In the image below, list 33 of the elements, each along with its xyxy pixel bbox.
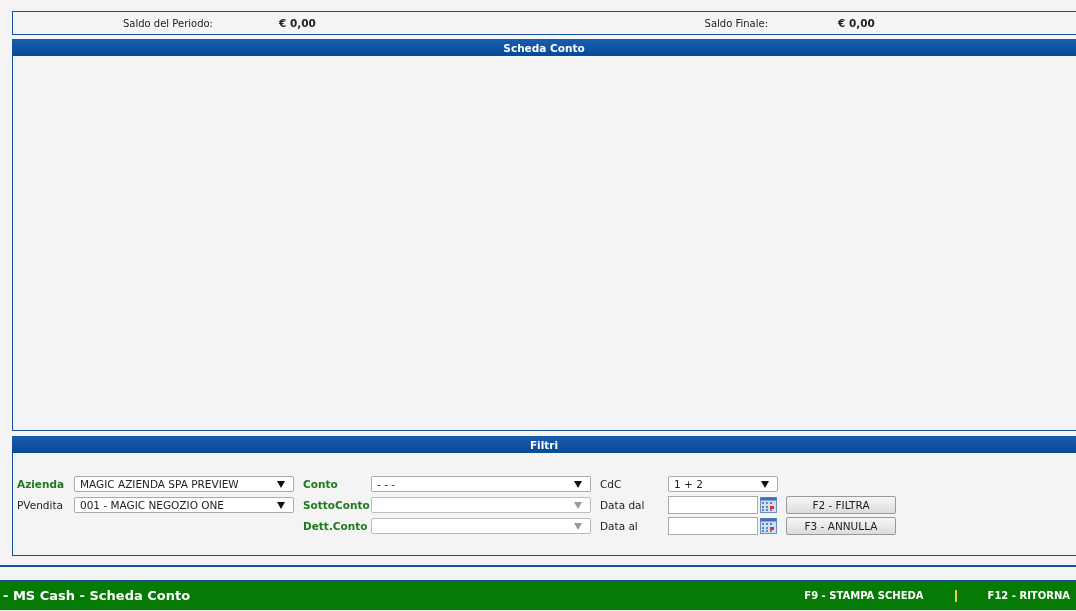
summary-label: Saldo Finale: [703,17,768,29]
field-label: Data al [600,519,639,532]
date-field[interactable] [668,516,758,535]
dropdown-arrow-icon [574,479,582,488]
dropdown-arrow-icon [574,521,582,530]
panel-header: Filtri [12,436,1076,453]
summary-value: € 0,00 [279,17,317,29]
dropdown-arrow-icon [277,479,285,488]
app-title: - MS Cash - Scheda Conto [2,588,192,603]
field-label: Data dal [600,498,646,511]
field-label: Conto [303,477,339,490]
dropdown[interactable]: 001 - MAGIC NEGOZIO ONE [74,496,294,513]
field-label: PVendita [17,498,64,511]
date-field[interactable] [668,495,758,514]
dropdown[interactable]: 1 + 2 [668,475,778,492]
dropdown-arrow-icon [761,479,769,488]
summary-label: Saldo del Periodo: [121,17,213,29]
filter-action-button[interactable]: F3 - ANNULLA [786,516,896,535]
panel-header: Scheda Conto [12,39,1076,56]
dropdown[interactable]: - - - [371,475,591,492]
calendar-icon[interactable] [760,496,777,513]
dropdown-arrow-icon [277,500,285,509]
calendar-icon[interactable] [760,517,777,534]
footer-action-link[interactable]: F12 - RITORNA [981,590,1076,601]
field-label: CdC [600,477,623,490]
dropdown[interactable]: MAGIC AZIENDA SPA PREVIEW [74,475,294,492]
field-label: Azienda [17,477,66,490]
field-label: SottoConto [303,498,371,511]
dropdown-arrow-icon [574,500,582,509]
summary-value: € 0,00 [838,17,875,29]
footer-action-link[interactable]: F9 - STAMPA SCHEDA [798,590,930,601]
field-label: Dett.Conto [303,519,369,532]
filter-action-button[interactable]: F2 - FILTRA [786,495,896,514]
